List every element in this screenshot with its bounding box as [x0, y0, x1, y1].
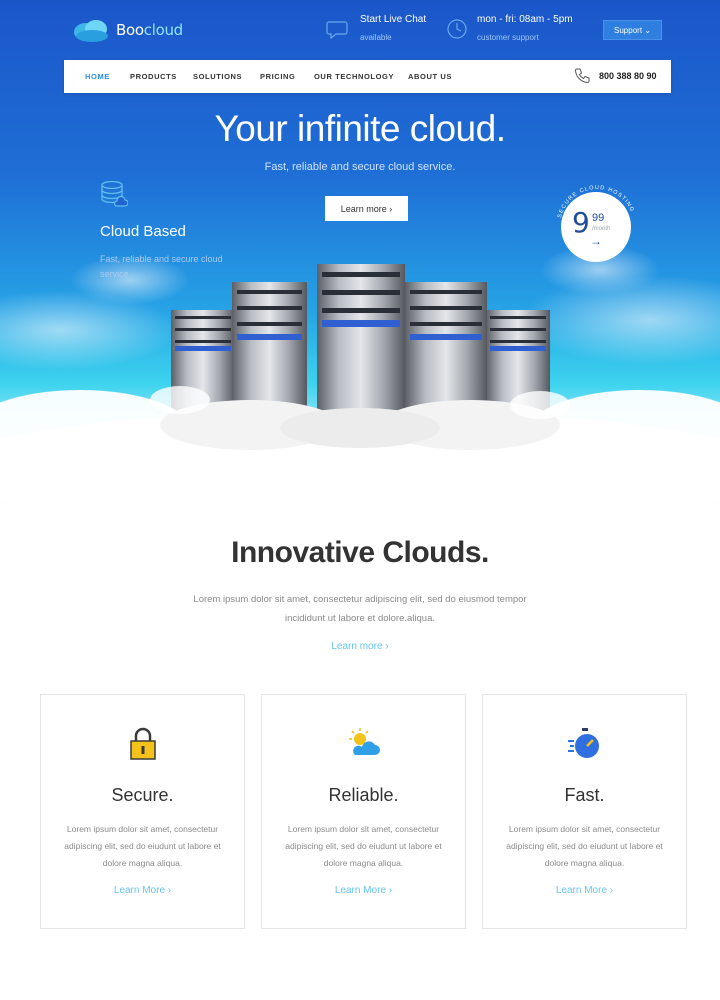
card-learn-more-link[interactable]: Learn More ›: [483, 885, 686, 896]
stopwatch-icon: [567, 728, 599, 758]
cloud-based-text: Fast, reliable and secure cloud service.: [100, 254, 223, 279]
sun-cloud-icon: [348, 728, 380, 755]
feature-card-reliable: Reliable. Lorem ipsum dolor sit amet, co…: [261, 694, 466, 929]
phone-number: 800 388 80 90: [599, 71, 657, 81]
card-title: Fast.: [564, 785, 605, 805]
card-text: Lorem ipsum dolor sit amet, consectetur …: [285, 824, 442, 868]
card-learn-more-link[interactable]: Learn More ›: [262, 885, 465, 896]
cloud-logo-icon: [74, 20, 108, 42]
nav-item-home[interactable]: HOME: [85, 72, 110, 81]
main-navigation: HOME PRODUCTS SOLUTIONS PRICING OUR TECH…: [64, 60, 671, 93]
section-title: Innovative Clouds.: [231, 536, 489, 569]
card-text: Lorem ipsum dolor sit amet, consectetur …: [64, 824, 221, 868]
price-period: /month: [592, 226, 611, 232]
nav-item-solutions[interactable]: SOLUTIONS: [193, 72, 242, 81]
section-learn-more-link[interactable]: Learn more ›: [0, 641, 720, 652]
padlock-icon: [129, 727, 156, 760]
database-cloud-icon: [101, 180, 129, 207]
price-cents: 99: [592, 212, 605, 224]
price-value: 9: [572, 206, 590, 239]
clock-icon: [447, 19, 467, 39]
support-hours-sub: customer support: [477, 33, 539, 42]
phone-icon: [574, 68, 590, 84]
phone-contact[interactable]: 800 388 80 90: [573, 67, 657, 85]
brand-name: Boocloud: [116, 21, 183, 39]
nav-item-products[interactable]: PRODUCTS: [130, 72, 177, 81]
support-hours-info: mon - fri: 08am - 5pm customer support: [446, 14, 573, 42]
nav-item-our-technology[interactable]: OUR TECHNOLOGY: [314, 72, 394, 81]
hero-learn-more-button[interactable]: Learn more ›: [325, 196, 408, 221]
live-chat-title: Start Live Chat: [360, 14, 427, 25]
support-dropdown-button[interactable]: Support ⌄: [603, 20, 662, 40]
brand-logo[interactable]: Boocloud: [72, 16, 183, 44]
card-title: Reliable.: [328, 785, 399, 805]
nav-item-pricing[interactable]: PRICING: [260, 72, 295, 81]
card-title: Secure.: [111, 785, 174, 805]
section-text: Lorem ipsum dolor sit amet, consectetur …: [193, 594, 527, 624]
live-chat-status: available: [360, 33, 392, 42]
price-arrow-icon[interactable]: →: [590, 234, 602, 248]
cloud-based-title: Cloud Based: [100, 223, 186, 240]
feature-card-fast: Fast. Lorem ipsum dolor sit amet, consec…: [482, 694, 687, 929]
card-text: Lorem ipsum dolor sit amet, consectetur …: [506, 824, 663, 868]
feature-card-secure: Secure. Lorem ipsum dolor sit amet, cons…: [40, 694, 245, 929]
chat-bubble-icon: [326, 21, 348, 40]
live-chat-info[interactable]: Start Live Chat available: [326, 14, 426, 42]
cloud-based-feature: Cloud Based Fast, reliable and secure cl…: [100, 180, 240, 282]
hero-subtitle: Fast, reliable and secure cloud service.: [264, 161, 456, 173]
nav-item-about-us[interactable]: ABOUT US: [408, 72, 452, 81]
support-hours-title: mon - fri: 08am - 5pm: [477, 14, 573, 25]
hero-section: Boocloud Start Live Chat available mon -…: [0, 0, 720, 505]
hero-title: Your infinite cloud.: [214, 108, 506, 149]
card-learn-more-link[interactable]: Learn More ›: [41, 885, 244, 896]
